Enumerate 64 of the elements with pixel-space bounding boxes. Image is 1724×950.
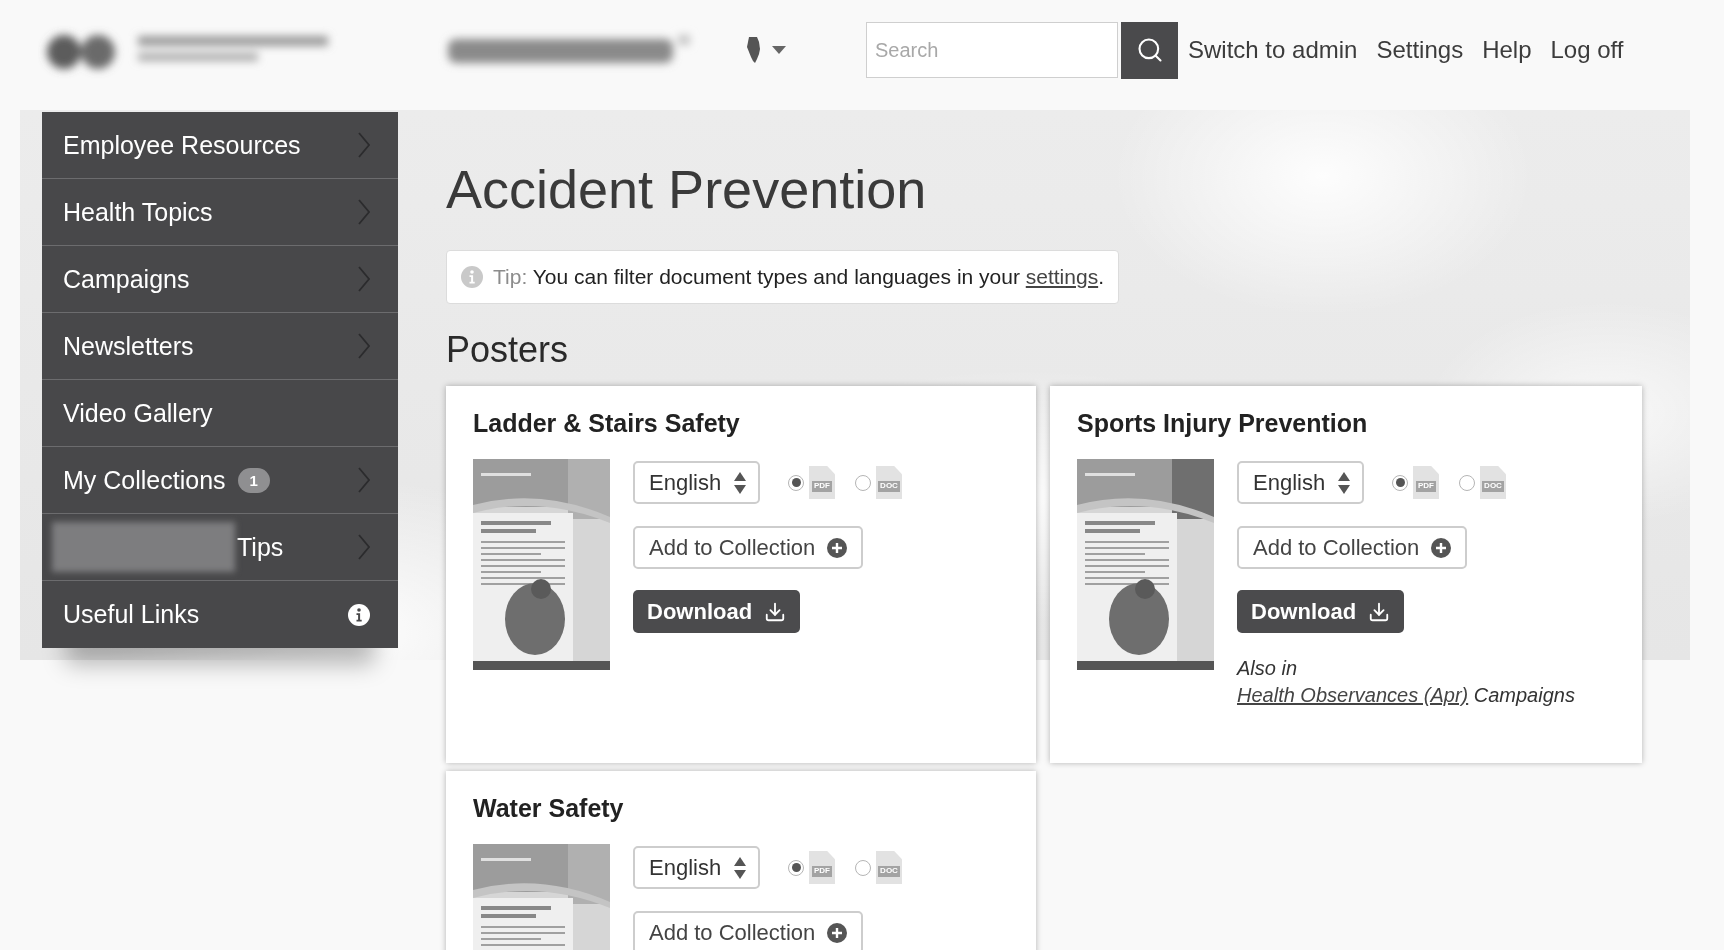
language-select[interactable]: English — [1237, 461, 1364, 504]
poster-title: Water Safety — [473, 793, 625, 824]
file-type-label: PDF — [1416, 481, 1436, 492]
state-map-icon — [746, 36, 762, 64]
file-type-label: PDF — [812, 481, 832, 492]
nav-link[interactable]: Settings — [1376, 36, 1464, 64]
plus-circle-icon — [827, 922, 848, 943]
up-down-arrows-icon — [734, 856, 746, 879]
info-icon — [348, 603, 370, 626]
file-type-label: DOC — [878, 866, 900, 877]
download-button[interactable]: Download — [1237, 590, 1405, 633]
chevron-right-icon — [358, 266, 370, 292]
also-in-label: Also in — [1237, 656, 1298, 681]
file-type-label: DOC — [1482, 481, 1504, 492]
language-select[interactable]: English — [633, 461, 760, 504]
sidebar-item[interactable]: Health Topics — [42, 179, 398, 246]
chevron-right-icon — [358, 534, 370, 560]
add-to-collection-button[interactable]: Add to Collection — [633, 526, 864, 569]
sidebar-item[interactable]: Video Gallery — [42, 380, 398, 447]
tip-text: Tip: You can filter document types and languages in your settings. — [493, 265, 1104, 289]
chevron-right-icon — [358, 333, 370, 359]
file-type-label: PDF — [812, 866, 832, 877]
nav-link[interactable]: Help — [1482, 36, 1532, 64]
radio-button[interactable] — [788, 474, 804, 491]
sidebar-item[interactable]: Newsletters — [42, 313, 398, 380]
up-down-arrows-icon — [1338, 471, 1350, 494]
sidebar-item[interactable]: Employee Resources — [42, 112, 398, 179]
download-icon — [1368, 600, 1391, 623]
plus-circle-icon — [827, 537, 848, 558]
count-badge: 1 — [237, 467, 270, 493]
language-select[interactable]: English — [633, 846, 760, 889]
caret-down-icon — [772, 46, 786, 54]
chevron-right-icon — [358, 132, 370, 158]
radio-button[interactable] — [788, 859, 804, 876]
radio-button[interactable] — [1459, 474, 1475, 491]
nav-link[interactable]: Switch to admin — [1188, 36, 1358, 64]
up-down-arrows-icon — [734, 471, 746, 494]
section-heading: Posters — [446, 328, 570, 372]
radio-button[interactable] — [855, 859, 871, 876]
add-to-collection-button[interactable]: Add to Collection — [633, 911, 864, 950]
sidebar-item[interactable]: Tips — [42, 514, 398, 581]
add-to-collection-button[interactable]: Add to Collection — [1237, 526, 1468, 569]
campaign-link[interactable]: Health Observances (Apr) — [1237, 684, 1469, 706]
radio-button[interactable] — [1392, 474, 1408, 491]
nav-link[interactable]: Log off — [1550, 36, 1624, 64]
poster-title: Ladder & Stairs Safety — [473, 408, 741, 439]
sidebar-item[interactable]: My Collections 1 — [42, 447, 398, 514]
search-field[interactable]: Search — [866, 22, 1118, 78]
download-icon — [764, 600, 787, 623]
sidebar-item[interactable]: Campaigns — [42, 246, 398, 313]
chevron-right-icon — [358, 199, 370, 225]
also-in-text: Health Observances (Apr) Campaigns — [1237, 683, 1575, 708]
page-title: Accident Prevention — [446, 158, 928, 221]
file-type-label: DOC — [878, 481, 900, 492]
settings-link[interactable]: settings — [1025, 265, 1099, 288]
chevron-right-icon — [358, 467, 370, 493]
poster-title: Sports Injury Prevention — [1077, 408, 1369, 439]
search-icon — [1135, 36, 1164, 64]
plus-circle-icon — [1431, 537, 1452, 558]
radio-button[interactable] — [855, 474, 871, 491]
search-button[interactable] — [1121, 21, 1178, 79]
info-icon — [461, 266, 483, 288]
sidebar-item[interactable]: Useful Links — [42, 581, 398, 648]
download-button[interactable]: Download — [633, 590, 801, 633]
